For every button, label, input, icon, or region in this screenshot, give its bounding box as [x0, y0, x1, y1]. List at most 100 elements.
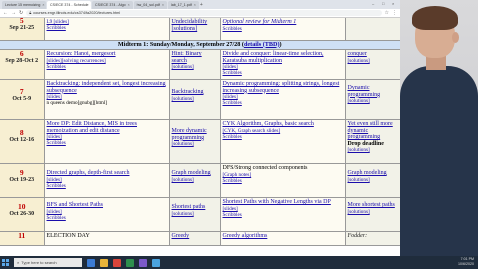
lecture-title-link[interactable]: More DP: Edit Distance, MIS in trees mem… — [47, 121, 167, 134]
week-number: 8 — [19, 128, 24, 138]
solutions-link[interactable]: [solutions] — [172, 211, 218, 217]
url-input[interactable]: 🔒︎ courses.engr.illinois.edu/cs374/fa2020… — [26, 10, 382, 16]
lecture-cell: ELECTION DAY — [44, 231, 170, 247]
app-icon[interactable] — [139, 258, 147, 267]
browser-tab[interactable]: lab_17_1.pdf × — [167, 0, 199, 9]
recitation-cell: Undecidability [solutions] — [169, 18, 221, 41]
lecture-title-link[interactable]: Recursion: Hanoi, mergesort — [47, 51, 167, 58]
midterm-banner: Midterm 1: Sunday/Monday, September 27/2… — [0, 40, 400, 51]
problem-set-link[interactable]: conquer — [348, 51, 398, 58]
lecture-title: ELECTION DAY — [46, 233, 90, 240]
scribbles-link[interactable]: Scribbles — [223, 26, 343, 32]
scribbles-link[interactable]: Scribbles — [47, 64, 167, 70]
forward-arrow-icon[interactable]: → — [11, 10, 16, 16]
recitation-link[interactable]: Graph modeling — [172, 170, 218, 177]
solutions-link[interactable]: [solutions] — [348, 98, 398, 104]
app-icon[interactable] — [126, 258, 134, 267]
scribbles-link[interactable]: Scribbles — [47, 25, 167, 31]
new-tab-icon[interactable]: + — [200, 2, 203, 8]
lecture-title-link[interactable]: Backtracking: independent set, longest i… — [47, 81, 167, 94]
close-icon[interactable]: × — [162, 3, 164, 7]
person-hair — [412, 6, 458, 30]
task-view-icon[interactable] — [87, 258, 95, 267]
maximize-icon[interactable]: □ — [382, 1, 384, 6]
minimize-icon[interactable]: – — [372, 1, 374, 6]
problem-set-link[interactable]: Graph modeling — [348, 170, 398, 177]
lecture-title-link[interactable]: Greedy algorithms — [223, 233, 343, 240]
star-icon[interactable]: ☆ — [385, 10, 389, 16]
problem-set-link[interactable]: Yet even still more dynamic programming — [348, 121, 398, 141]
lecture-title-link[interactable]: Shortest Paths with Negative Lengths via… — [223, 199, 343, 206]
week-number: 7 — [19, 87, 24, 97]
table-row: 9 Oct 19-23 Directed graphs, depth-first … — [0, 163, 400, 199]
week-number: 11 — [18, 231, 26, 241]
chrome-icon[interactable] — [113, 258, 121, 267]
scribbles-link[interactable]: Scribbles — [223, 212, 343, 218]
recitation-link[interactable]: Shortest paths — [172, 204, 218, 211]
menu-icon[interactable]: ⋮ — [392, 10, 397, 16]
review-link[interactable]: Optional review for Midterm 1 — [223, 19, 343, 26]
browser-tab[interactable]: CS/ECE 374 - Algo × — [92, 0, 133, 9]
system-clock[interactable]: 7:01 PM 10/6/2020 — [458, 257, 474, 267]
browser-tab-strip: Lecture 15 memoizing × CS/ECE 374 - Sched… — [0, 0, 400, 9]
close-icon[interactable]: × — [128, 3, 130, 7]
recitation-link[interactable]: Backtracking — [172, 89, 218, 96]
solutions-link[interactable]: [solutions] — [172, 141, 218, 147]
problem-set-cell: conquer [solutions] — [345, 49, 400, 81]
schedule-table: 5 Sep 21-25 L9 [slides] Scribbles Undeci… — [0, 18, 400, 247]
recitation-link[interactable]: More dynamic programming — [172, 128, 218, 141]
close-icon[interactable]: × — [194, 3, 196, 7]
scribbles-link[interactable]: Scribbles — [47, 140, 167, 146]
close-icon[interactable]: × — [42, 3, 44, 7]
file-explorer-icon[interactable] — [100, 258, 108, 267]
week-dates: Sep 28-Oct 2 — [5, 57, 39, 64]
lecture-title-link[interactable]: Dynamic programming: splitting strings, … — [223, 81, 343, 94]
lecture-title-link[interactable]: Divide and conquer: linear-time selectio… — [223, 51, 343, 64]
app-icon[interactable] — [152, 258, 160, 267]
solutions-link[interactable]: [solutions] — [348, 147, 398, 153]
lecture-title-link[interactable]: CYK Algorithm, Graphs, basic search — [223, 121, 343, 128]
solutions-link[interactable]: [solutions] — [348, 209, 398, 215]
scribbles-link[interactable]: Scribbles — [223, 100, 343, 106]
browser-tab[interactable]: Lecture 15 memoizing × — [2, 0, 46, 9]
reload-icon[interactable]: ↻ — [19, 10, 23, 16]
schedule-page: 5 Sep 21-25 L9 [slides] Scribbles Undeci… — [0, 18, 400, 256]
problem-set-cell: Graph modeling [solutions] — [345, 163, 400, 199]
solutions-link[interactable]: [solutions] — [172, 64, 218, 70]
solutions-link[interactable]: [solutions] — [348, 177, 398, 183]
week-dates: Sep 21-25 — [9, 24, 35, 31]
recitation-link[interactable]: Undecidability [solutions] — [172, 19, 208, 32]
solutions-link[interactable]: [solutions] — [348, 58, 398, 64]
lecture-title-link[interactable]: Directed graphs, depth-first search — [47, 170, 167, 177]
week-number: 10 — [18, 202, 26, 212]
week-cell: 5 Sep 21-25 — [0, 18, 45, 41]
solutions-link[interactable]: [solutions] — [172, 96, 218, 102]
back-arrow-icon[interactable]: ← — [3, 10, 8, 16]
problem-set-cell: Fodder: — [345, 231, 400, 247]
scribbles-link[interactable]: Scribbles — [47, 215, 167, 221]
midterm-details-link[interactable]: details (TBD) — [244, 41, 280, 48]
midterm-text: Midterm 1: Sunday/Monday, September 27/2… — [117, 40, 244, 48]
recitation-link[interactable]: Greedy — [172, 233, 218, 240]
lecture-title-link[interactable]: BFS and Shortest Paths — [47, 202, 167, 209]
scribbles-link[interactable]: Scribbles — [47, 183, 167, 189]
windows-start-icon[interactable] — [2, 259, 9, 266]
problem-set-link[interactable]: Dynamic programming — [348, 85, 398, 98]
taskbar-search-input[interactable]: ⌕ Type here to search — [14, 258, 82, 267]
url-text: courses.engr.illinois.edu/cs374/fa2020/l… — [33, 11, 121, 15]
recitation-link[interactable]: Hint: Binary search — [172, 51, 218, 64]
table-row: 8 Oct 12-16 More DP: Edit Distance, MIS i… — [0, 119, 400, 165]
browser-tab-active[interactable]: CS/ECE 374 - Schedule× — [47, 0, 91, 9]
lecture-title: DFS/Strong connected components — [222, 165, 308, 172]
scribbles-link[interactable]: Scribbles — [223, 70, 343, 76]
solutions-link[interactable]: [solutions] — [172, 177, 218, 183]
scribbles-link[interactable]: Scribbles — [223, 134, 343, 140]
midterm-tail: ) — [279, 40, 282, 48]
demo-link[interactable]: n queens demo[gnubg][html] — [47, 100, 167, 106]
scribbles-link[interactable]: Scribbles — [223, 178, 343, 184]
tab-label: CS/ECE 374 - Schedule — [50, 2, 89, 7]
week-cell: 9 Oct 19-23 — [0, 163, 45, 199]
problem-set-link[interactable]: More shortest paths — [348, 202, 398, 209]
close-window-icon[interactable]: × — [392, 1, 394, 6]
browser-tab[interactable]: hw_04_sol.pdf × — [133, 0, 167, 9]
